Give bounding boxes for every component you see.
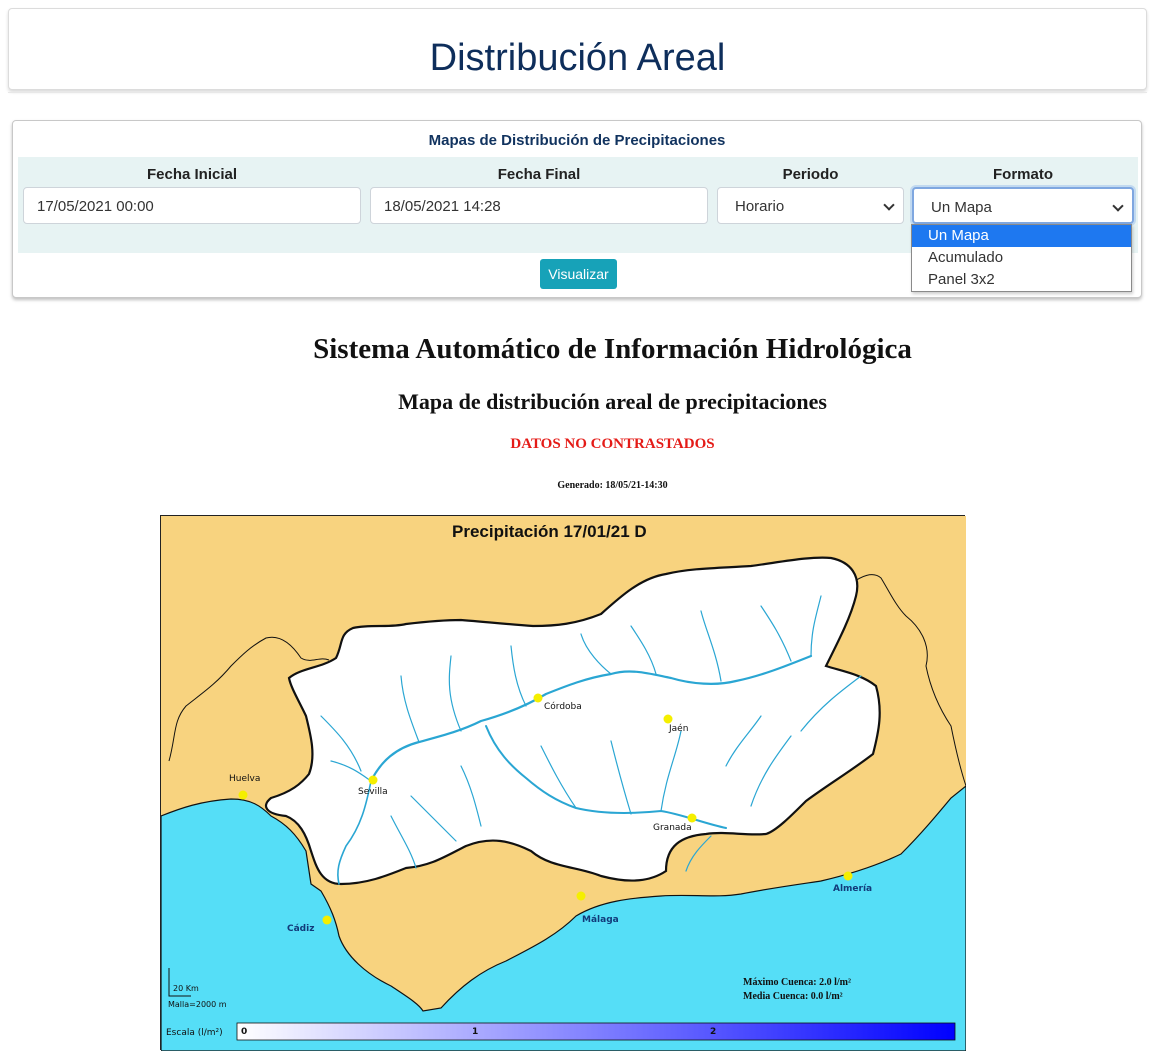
- form-title: Mapas de Distribución de Precipitaciones: [428, 132, 726, 149]
- media-cuenca-stat: Media Cuenca: 0.0 l/m²: [743, 991, 843, 1002]
- legend-label: Escala (l/m²): [166, 1028, 223, 1038]
- map-canvas: Córdoba Jaén Huelva Sevilla Granada Alme…: [161, 516, 966, 1051]
- formato-dropdown: Un Mapa Acumulado Panel 3x2: [911, 224, 1132, 292]
- grid-resolution-label: Malla=2000 m: [168, 1000, 227, 1009]
- formato-option-acumulado[interactable]: Acumulado: [912, 247, 1131, 269]
- periodo-select[interactable]: Horario: [717, 187, 904, 224]
- city-label-malaga: Málaga: [582, 915, 619, 925]
- fecha-final-label: Fecha Final: [497, 166, 581, 183]
- legend-tick-1: 1: [472, 1027, 478, 1037]
- legend-tick-0: 0: [241, 1027, 247, 1037]
- legend-colorbar: [236, 1022, 956, 1041]
- fecha-inicial-label: Fecha Inicial: [146, 166, 238, 183]
- city-label-cadiz: Cádiz: [287, 924, 314, 934]
- generated-timestamp: Generado: 18/05/21-14:30: [557, 480, 668, 491]
- max-cuenca-stat: Máximo Cuenca: 2.0 l/m²: [743, 977, 851, 988]
- page-title: Distribución Areal: [429, 37, 726, 79]
- city-marker-jaen: [663, 714, 673, 724]
- city-label-cordoba: Córdoba: [544, 701, 582, 712]
- visualizar-button[interactable]: Visualizar: [540, 259, 617, 289]
- formato-select[interactable]: Un Mapa: [912, 187, 1134, 224]
- city-marker-almeria: [843, 871, 853, 881]
- city-marker-cadiz: [322, 915, 332, 925]
- report-title: Sistema Automático de Información Hidrol…: [313, 333, 912, 365]
- periodo-label: Periodo: [782, 166, 839, 183]
- formato-option-un-mapa[interactable]: Un Mapa: [912, 225, 1131, 247]
- formato-label: Formato: [993, 166, 1053, 183]
- formato-option-panel[interactable]: Panel 3x2: [912, 269, 1131, 291]
- map-title: Precipitación 17/01/21 D: [452, 522, 647, 541]
- report-subtitle: Mapa de distribución areal de precipitac…: [398, 389, 827, 414]
- fecha-final-input[interactable]: 18/05/2021 14:28: [370, 187, 708, 224]
- legend-tick-2: 2: [710, 1027, 716, 1037]
- city-marker-cordoba: [533, 693, 543, 703]
- city-label-almeria: Almería: [833, 884, 872, 894]
- scale-bar-label: 20 Km: [173, 984, 199, 993]
- city-label-granada: Granada: [653, 823, 692, 833]
- city-label-huelva: Huelva: [229, 774, 260, 784]
- city-marker-huelva: [238, 790, 248, 800]
- city-label-sevilla: Sevilla: [358, 787, 388, 797]
- city-marker-granada: [687, 813, 697, 823]
- city-label-jaen: Jaén: [668, 723, 688, 734]
- header-card: Distribución Areal: [8, 8, 1147, 90]
- fecha-inicial-input[interactable]: 17/05/2021 00:00: [23, 187, 361, 224]
- city-marker-malaga: [576, 891, 586, 901]
- divider: [8, 92, 1147, 93]
- city-marker-sevilla: [368, 775, 378, 785]
- precipitation-map: Córdoba Jaén Huelva Sevilla Granada Alme…: [160, 515, 966, 1051]
- data-warning: DATOS NO CONTRASTADOS: [510, 436, 715, 452]
